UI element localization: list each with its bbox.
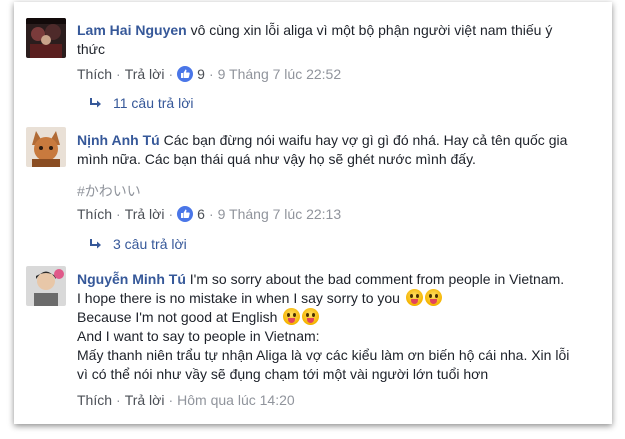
timestamp[interactable]: 9 Tháng 7 lúc 22:52 (218, 66, 342, 82)
avatar[interactable] (26, 127, 66, 167)
timestamp[interactable]: 9 Tháng 7 lúc 22:13 (218, 206, 342, 222)
comment-actions: Thích · Trả lời · Hôm qua lúc 14:20 (77, 392, 295, 408)
separator: · (168, 392, 174, 408)
comment-text-line: vì có thể nói như vầy sẽ đụng chạm tới m… (77, 366, 489, 382)
comment-text-line: I hope there is no mistake in when I say… (77, 290, 400, 306)
comment-actions: Thích · Trả lời · 6 · 9 Tháng 7 lúc 22:13 (77, 206, 341, 222)
separator: · (116, 392, 121, 408)
tongue-emoji-icon (302, 308, 320, 325)
separator: · (208, 206, 214, 222)
avatar[interactable] (26, 18, 66, 58)
like-link[interactable]: Thích (77, 392, 112, 408)
comment-text-line: mình nữa. Các bạn thái quá như vậy họ sẽ… (77, 151, 476, 167)
like-count[interactable]: 9 (197, 66, 205, 82)
separator: · (116, 66, 121, 82)
reply-arrow-icon (89, 238, 103, 254)
comment-text-line: thức (77, 41, 106, 57)
replies-count[interactable]: 11 câu trả lời (113, 95, 194, 111)
comment-text-line: Các bạn đừng nói waifu hay vợ gì gì đó n… (163, 132, 568, 148)
replies-count[interactable]: 3 câu trả lời (113, 236, 187, 252)
like-thumb-icon[interactable] (177, 66, 194, 82)
comment-text-line: vô cùng xin lỗi aliga vì một bộ phận ngư… (190, 22, 553, 38)
hashtag-line: #かわいい (77, 182, 605, 201)
tongue-emoji-icon (424, 289, 442, 306)
tongue-emoji-icon (405, 289, 423, 306)
comment-author[interactable]: Nguyễn Minh Tú (77, 271, 186, 287)
comment-text-line: Because I'm not good at English (77, 309, 278, 325)
like-link[interactable]: Thích (77, 206, 112, 222)
like-thumb-icon[interactable] (177, 206, 194, 222)
comment-text-line: And I want to say to people in Vietnam: (77, 328, 320, 344)
comment-text-line: Mấy thanh niên trẩu tự nhận Aliga là vợ … (77, 347, 570, 363)
view-replies-link[interactable]: 11 câu trả lời (89, 95, 194, 113)
comment-actions: Thích · Trả lời · 9 · 9 Tháng 7 lúc 22:52 (77, 66, 341, 82)
avatar[interactable] (26, 266, 66, 306)
comment-text-line: I'm so sorry about the bad comment from … (189, 271, 565, 287)
comment-body: Lam Hai Nguyen vô cùng xin lỗi aliga vì … (77, 21, 605, 59)
comment-author[interactable]: Nịnh Anh Tú (77, 132, 160, 148)
like-count[interactable]: 6 (197, 206, 205, 222)
reply-link[interactable]: Trả lời (125, 206, 165, 222)
reply-arrow-icon (89, 97, 103, 113)
comment-body: Nịnh Anh Tú Các bạn đừng nói waifu hay v… (77, 131, 605, 169)
comments-panel: Lam Hai Nguyen vô cùng xin lỗi aliga vì … (14, 2, 612, 424)
reply-link[interactable]: Trả lời (125, 392, 165, 408)
separator: · (168, 206, 174, 222)
reply-link[interactable]: Trả lời (125, 66, 165, 82)
tongue-emoji-icon (283, 308, 301, 325)
hashtag[interactable]: #かわいい (77, 183, 141, 199)
like-link[interactable]: Thích (77, 66, 112, 82)
separator: · (168, 66, 174, 82)
separator: · (208, 66, 214, 82)
view-replies-link[interactable]: 3 câu trả lời (89, 236, 187, 254)
comment-author[interactable]: Lam Hai Nguyen (77, 22, 187, 38)
separator: · (116, 206, 121, 222)
comment-body: Nguyễn Minh Tú I'm so sorry about the ba… (77, 270, 605, 384)
timestamp[interactable]: Hôm qua lúc 14:20 (177, 392, 295, 408)
